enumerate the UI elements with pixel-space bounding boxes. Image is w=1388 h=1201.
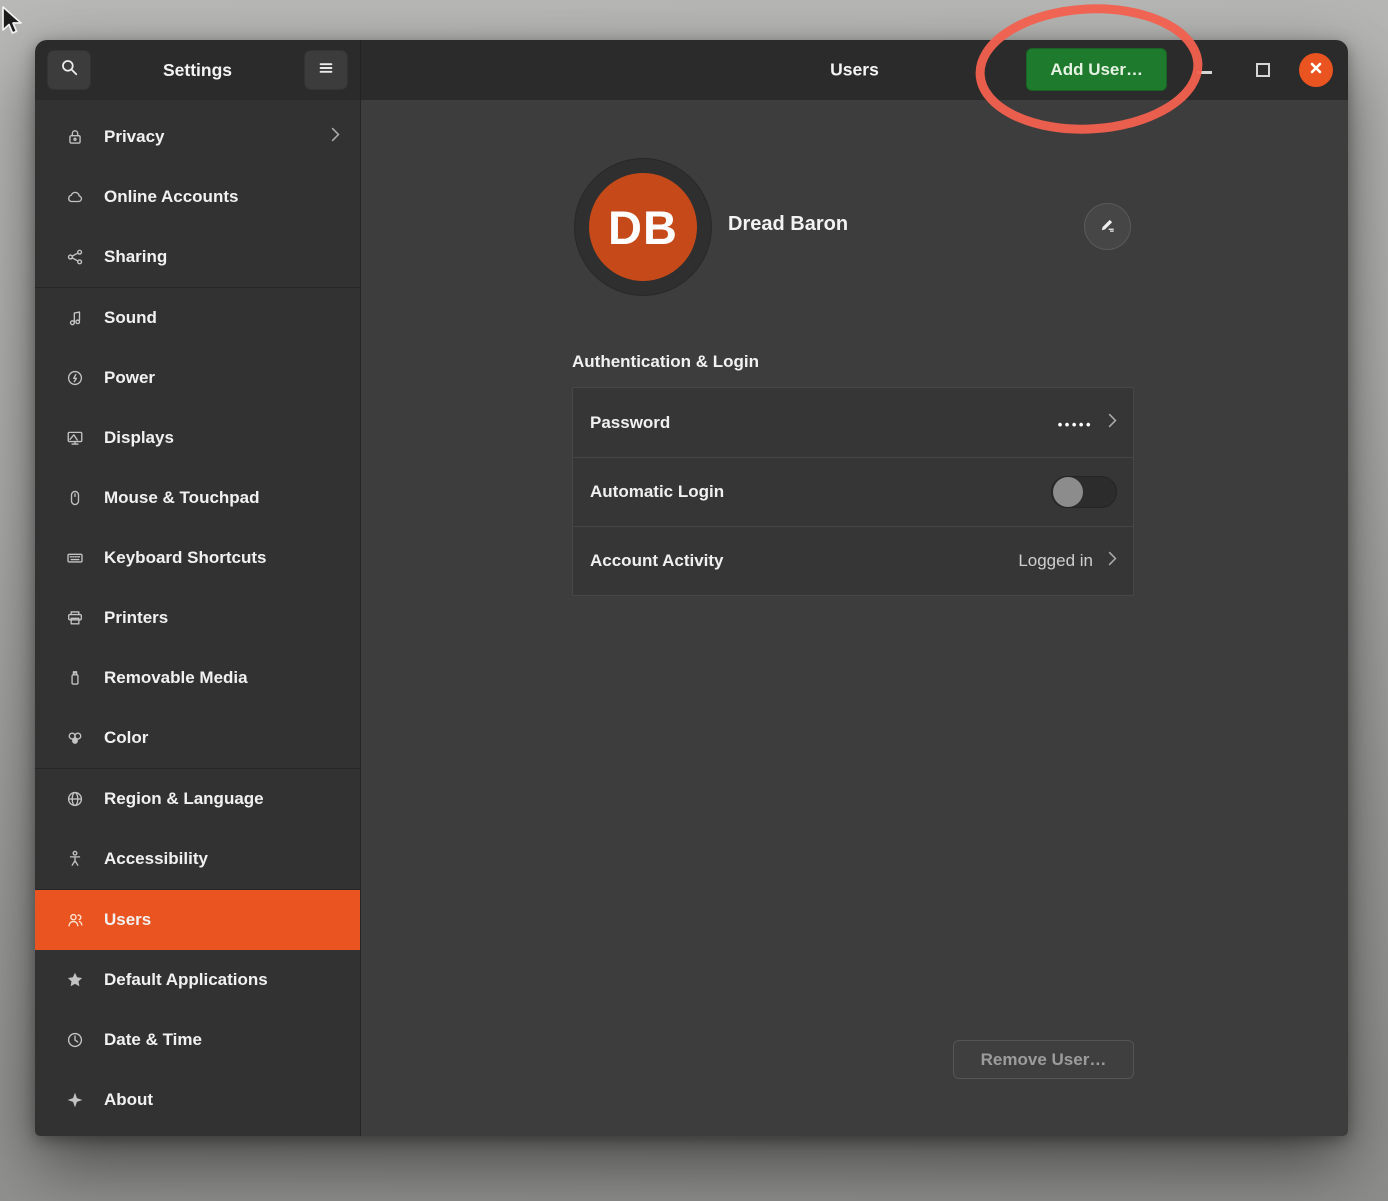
sidebar-item-default-applications[interactable]: Default Applications bbox=[35, 950, 360, 1010]
star-icon bbox=[65, 970, 85, 990]
sidebar-item-displays[interactable]: Displays bbox=[35, 408, 360, 468]
toggle-knob bbox=[1053, 477, 1083, 507]
sidebar-item-label: Default Applications bbox=[104, 970, 340, 990]
sidebar-item-label: Color bbox=[104, 728, 340, 748]
sidebar-item-sound[interactable]: Sound bbox=[35, 288, 360, 348]
search-button[interactable] bbox=[47, 50, 91, 90]
minimize-button[interactable] bbox=[1197, 71, 1212, 74]
sidebar-titlebar: Settings bbox=[35, 40, 361, 100]
users-icon bbox=[65, 910, 85, 930]
close-icon bbox=[1308, 60, 1324, 81]
lock-icon bbox=[65, 127, 85, 147]
sidebar-item-label: Sharing bbox=[104, 247, 340, 267]
account-activity-value: Logged in bbox=[1018, 551, 1093, 571]
chevron-right-icon bbox=[1108, 551, 1117, 571]
sidebar-item-label: Users bbox=[104, 910, 340, 930]
sidebar-item-users[interactable]: Users bbox=[35, 890, 360, 950]
sidebar-item-online-accounts[interactable]: Online Accounts bbox=[35, 167, 360, 227]
sidebar-item-region-language[interactable]: Region & Language bbox=[35, 769, 360, 829]
automatic-login-row: Automatic Login bbox=[573, 457, 1133, 526]
mouse-cursor-icon bbox=[0, 5, 28, 37]
pencil-edit-icon bbox=[1098, 215, 1117, 239]
account-activity-row[interactable]: Account Activity Logged in bbox=[573, 526, 1133, 595]
page-title: Users bbox=[830, 60, 879, 81]
printer-icon bbox=[65, 608, 85, 628]
section-title: Authentication & Login bbox=[572, 352, 759, 372]
sidebar-item-label: Online Accounts bbox=[104, 187, 340, 207]
display-icon bbox=[65, 428, 85, 448]
maximize-button[interactable] bbox=[1256, 63, 1270, 77]
avatar: DB bbox=[589, 173, 697, 281]
sidebar-item-label: Region & Language bbox=[104, 789, 340, 809]
close-button[interactable] bbox=[1299, 53, 1333, 87]
sidebar-item-sharing[interactable]: Sharing bbox=[35, 227, 360, 287]
authentication-card: Password ••••• Automatic Login Account A… bbox=[572, 387, 1134, 596]
sidebar-item-label: About bbox=[104, 1090, 340, 1110]
automatic-login-label: Automatic Login bbox=[590, 482, 1036, 502]
share-icon bbox=[65, 247, 85, 267]
sidebar-item-mouse-touchpad[interactable]: Mouse & Touchpad bbox=[35, 468, 360, 528]
sparkle-icon bbox=[65, 1090, 85, 1110]
password-row[interactable]: Password ••••• bbox=[573, 388, 1133, 457]
globe-icon bbox=[65, 789, 85, 809]
sidebar-item-label: Displays bbox=[104, 428, 340, 448]
sidebar-item-label: Power bbox=[104, 368, 340, 388]
remove-user-button[interactable]: Remove User… bbox=[953, 1040, 1134, 1079]
password-label: Password bbox=[590, 413, 1043, 433]
sidebar-item-removable-media[interactable]: Removable Media bbox=[35, 648, 360, 708]
search-icon bbox=[60, 58, 79, 82]
user-full-name: Dread Baron bbox=[728, 213, 848, 236]
sidebar-item-label: Printers bbox=[104, 608, 340, 628]
sidebar-item-label: Sound bbox=[104, 308, 340, 328]
usb-drive-icon bbox=[65, 668, 85, 688]
sidebar-item-label: Date & Time bbox=[104, 1030, 340, 1050]
sidebar-item-power[interactable]: Power bbox=[35, 348, 360, 408]
main-titlebar: Users Add User… bbox=[361, 40, 1348, 100]
accessibility-icon bbox=[65, 849, 85, 869]
clock-icon bbox=[65, 1030, 85, 1050]
hamburger-menu-icon bbox=[317, 59, 335, 82]
add-user-button[interactable]: Add User… bbox=[1026, 48, 1167, 91]
avatar-frame: DB bbox=[574, 158, 712, 296]
sidebar-item-label: Keyboard Shortcuts bbox=[104, 548, 340, 568]
sidebar-item-label: Mouse & Touchpad bbox=[104, 488, 340, 508]
sidebar-item-accessibility[interactable]: Accessibility bbox=[35, 829, 360, 889]
primary-menu-button[interactable] bbox=[304, 50, 348, 90]
sidebar-item-privacy[interactable]: Privacy bbox=[35, 107, 360, 167]
password-dots: ••••• bbox=[1058, 414, 1093, 432]
color-circles-icon bbox=[65, 728, 85, 748]
chevron-right-icon bbox=[1108, 413, 1117, 433]
cloud-icon bbox=[65, 187, 85, 207]
automatic-login-toggle[interactable] bbox=[1051, 476, 1117, 508]
app-title: Settings bbox=[163, 60, 232, 81]
sidebar-item-label: Accessibility bbox=[104, 849, 340, 869]
edit-name-button[interactable] bbox=[1084, 203, 1131, 250]
sidebar-item-color[interactable]: Color bbox=[35, 708, 360, 768]
sidebar-item-date-time[interactable]: Date & Time bbox=[35, 1010, 360, 1070]
chevron-right-icon bbox=[331, 127, 340, 147]
sidebar-item-label: Privacy bbox=[104, 127, 312, 147]
account-activity-label: Account Activity bbox=[590, 551, 1003, 571]
keyboard-icon bbox=[65, 548, 85, 568]
power-icon bbox=[65, 368, 85, 388]
users-panel: DB Dread Baron Authentication & Login Pa… bbox=[361, 100, 1348, 1136]
settings-window: Settings Users Add User… Privac bbox=[35, 40, 1348, 1136]
desktop: Settings Users Add User… Privac bbox=[0, 0, 1388, 1201]
sidebar-item-keyboard-shortcuts[interactable]: Keyboard Shortcuts bbox=[35, 528, 360, 588]
mouse-icon bbox=[65, 488, 85, 508]
music-note-icon bbox=[65, 308, 85, 328]
settings-sidebar: Privacy Online Accounts Sharing Sound Po… bbox=[35, 100, 361, 1136]
sidebar-item-label: Removable Media bbox=[104, 668, 340, 688]
sidebar-item-printers[interactable]: Printers bbox=[35, 588, 360, 648]
sidebar-item-about[interactable]: About bbox=[35, 1070, 360, 1130]
